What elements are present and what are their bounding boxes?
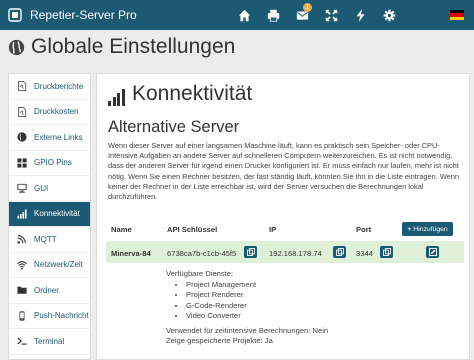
server-port: 3344	[356, 249, 373, 258]
copy-port-button[interactable]	[380, 246, 393, 258]
server-ip: 192.168.178.74	[269, 249, 322, 258]
globe-icon	[17, 132, 27, 142]
sidebar-item-konnektivitaet[interactable]: Konnektivität	[9, 201, 90, 227]
sidebar-item-label: MQTT	[34, 234, 57, 244]
copy-icon	[382, 248, 391, 256]
home-icon	[238, 9, 251, 21]
list-item: Project Renderer	[186, 290, 328, 301]
signal-icon	[17, 209, 27, 219]
file-pdf-icon	[18, 106, 27, 117]
server-details: Verfügbare Dienste: Project Management P…	[166, 269, 328, 347]
printers-button[interactable]	[259, 0, 288, 30]
fullscreen-icon	[325, 9, 338, 21]
plus-icon: +	[407, 225, 412, 233]
sidebar-item-gpio-pins[interactable]: GPIO Pins	[9, 151, 90, 176]
copy-icon	[335, 248, 344, 256]
add-server-label: Hinzufügen	[413, 225, 448, 233]
services-list: Project Management Project Renderer G-Co…	[186, 280, 328, 322]
main-panel: Konnektivität Alternative Server Wenn di…	[96, 73, 470, 360]
show-projects-setting: Zeige gespeicherte Projekte: Ja	[166, 336, 273, 345]
alternative-server-heading: Alternative Server	[108, 118, 240, 136]
sidebar-item-label: Netzwerk/Zeit	[34, 260, 83, 270]
print-icon	[267, 9, 280, 22]
server-api-key: 6738ca7b-c1cb-45f5	[167, 249, 237, 258]
sidebar-item-ordner[interactable]: Ordner	[9, 278, 90, 304]
page-title: Globale Einstellungen	[8, 34, 235, 60]
page-title-text: Globale Einstellungen	[31, 35, 236, 58]
column-header-ip: IP	[269, 225, 277, 234]
brand-name: Repetier-Server Pro	[30, 8, 137, 22]
edit-icon	[428, 248, 437, 256]
sidebar-item-gui[interactable]: GUI	[9, 176, 90, 202]
sidebar-item-label: Druckberichte	[34, 81, 84, 91]
copy-api-key-button[interactable]	[244, 246, 257, 258]
file-pdf-icon	[18, 81, 27, 92]
column-header-port: Port	[356, 225, 372, 234]
fullscreen-button[interactable]	[317, 0, 346, 30]
sidebar-item-mqtt[interactable]: MQTT	[9, 227, 90, 253]
phone-icon	[19, 311, 25, 321]
sidebar-item-push-nachricht[interactable]: Push-Nachricht	[9, 304, 90, 329]
messages-button[interactable]: 1	[288, 0, 317, 30]
column-header-api-key: API Schlüssel	[167, 225, 218, 234]
section-title: Konnektivität	[108, 82, 252, 106]
sidebar-item-label: Terminal	[34, 336, 65, 346]
copy-ip-button[interactable]	[333, 246, 346, 258]
sidebar-item-label: Push-Nachricht	[34, 311, 89, 321]
sidebar-item-druckberichte[interactable]: Druckberichte	[9, 74, 90, 100]
grid-icon	[17, 158, 27, 168]
settings-button[interactable]	[375, 0, 404, 30]
globe-icon	[8, 39, 25, 55]
mqtt-icon	[17, 235, 26, 244]
wifi-icon	[17, 260, 27, 270]
bolt-icon	[356, 8, 365, 22]
language-flag[interactable]	[450, 10, 464, 20]
sidebar-item-externe-links[interactable]: Externe Links	[9, 125, 90, 151]
sidebar-item-label: Konnektivität	[34, 209, 80, 219]
list-item: Project Management	[186, 280, 328, 291]
time-intensive-setting: Verwendet für zeitintensive Berechnungen…	[166, 325, 329, 335]
services-label: Verfügbare Dienste:	[166, 269, 234, 278]
add-server-button[interactable]: + Hinzufügen	[402, 222, 453, 236]
terminal-icon	[17, 337, 27, 345]
power-button[interactable]	[346, 0, 375, 30]
edit-server-button[interactable]	[426, 246, 439, 258]
home-button[interactable]	[230, 0, 259, 30]
sidebar-item-netzwerk-zeit[interactable]: Netzwerk/Zeit	[9, 253, 90, 278]
column-header-name: Name	[111, 225, 132, 234]
sidebar-item-label: Externe Links	[34, 132, 83, 142]
list-item: Video Converter	[186, 311, 328, 322]
settings-sidebar: Druckberichte Druckkosten Externe Links …	[8, 73, 91, 360]
server-name: Minerva-84	[111, 249, 151, 258]
monitor-icon	[17, 184, 27, 193]
repetier-logo-icon	[8, 8, 22, 22]
list-item: G-Code-Renderer	[186, 301, 328, 312]
sidebar-item-label: GUI	[34, 183, 49, 193]
section-title-text: Konnektivität	[132, 82, 253, 105]
signal-icon	[108, 89, 126, 106]
flag-stripe-3	[450, 16, 464, 20]
messages-badge: 1	[303, 3, 312, 12]
folder-icon	[17, 286, 27, 294]
copy-icon	[246, 248, 255, 256]
sidebar-item-label: GPIO Pins	[34, 158, 72, 168]
top-navbar: Repetier-Server Pro 1	[0, 0, 474, 30]
brand[interactable]: Repetier-Server Pro	[8, 8, 137, 22]
sidebar-item-label: Ordner	[34, 285, 59, 295]
sidebar-item-label: Druckkosten	[34, 107, 79, 117]
gear-icon	[383, 9, 396, 21]
sidebar-item-druckkosten[interactable]: Druckkosten	[9, 100, 90, 125]
sidebar-item-terminal[interactable]: Terminal	[9, 329, 90, 355]
alternative-server-description: Wenn dieser Server auf einer langsamen M…	[108, 141, 460, 202]
